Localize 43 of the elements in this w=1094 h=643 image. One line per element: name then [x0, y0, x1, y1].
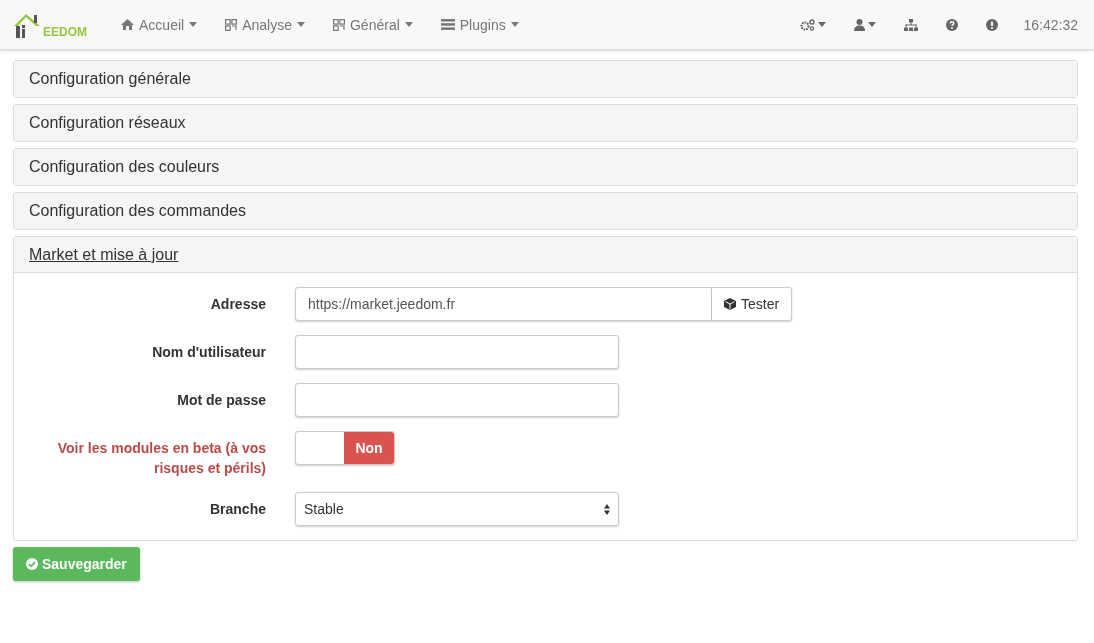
field-label: Branche: [208, 500, 266, 519]
test-button[interactable]: Tester: [712, 287, 793, 321]
panel-header[interactable]: Configuration des commandes: [14, 193, 1077, 229]
field-label: Nom d'utilisateur: [151, 343, 266, 362]
gears-icon: [799, 18, 815, 31]
caret-icon: [296, 22, 305, 27]
nav-menu[interactable]: Accueil: [107, 8, 212, 41]
home-icon: [121, 19, 134, 30]
updown-arrows-icon: [604, 503, 610, 515]
logo-text: EEDOM: [43, 25, 87, 40]
caret-icon: [510, 22, 519, 27]
panel-header[interactable]: Configuration réseaux: [14, 105, 1077, 141]
help-icon: [945, 18, 958, 31]
qr-grid-icon: [225, 18, 238, 31]
toggle-switch[interactable]: Non: [295, 431, 395, 465]
caret-icon: [817, 22, 826, 27]
nav-menu[interactable]: Général: [318, 8, 427, 41]
nav-menu[interactable]: Plugins: [426, 8, 533, 41]
select-value: Stable: [304, 501, 344, 517]
field-label: Adresse: [209, 295, 266, 314]
caret-icon: [867, 22, 876, 27]
list-icon: [440, 19, 455, 30]
clock-time: 16:42:32: [1023, 16, 1078, 33]
toggle-label: Non: [344, 432, 394, 464]
input-field[interactable]: [295, 383, 619, 417]
cube-icon: [724, 298, 736, 310]
panel-header[interactable]: Market et mise à jour: [14, 237, 1077, 273]
panel-header[interactable]: Configuration générale: [14, 61, 1077, 97]
sitemap-icon: [903, 18, 918, 31]
qr-grid-icon: [332, 18, 345, 31]
input-field[interactable]: [295, 335, 619, 369]
caret-icon: [404, 22, 413, 27]
alert-icon: [985, 18, 998, 31]
address-field[interactable]: https://market.jeedom.fr: [295, 287, 712, 321]
user-icon: [853, 18, 865, 31]
select-dropdown[interactable]: Stable: [295, 492, 619, 526]
nav-menu[interactable]: Analyse: [211, 8, 319, 41]
caret-icon: [189, 22, 198, 27]
field-label: Voir les modules en beta (à vos risques et périls): [56, 439, 266, 478]
check-circle-icon: [26, 558, 38, 570]
field-label: Mot de passe: [176, 391, 266, 410]
panel-header[interactable]: Configuration des couleurs: [14, 149, 1077, 185]
house-logo-icon: [12, 11, 42, 40]
